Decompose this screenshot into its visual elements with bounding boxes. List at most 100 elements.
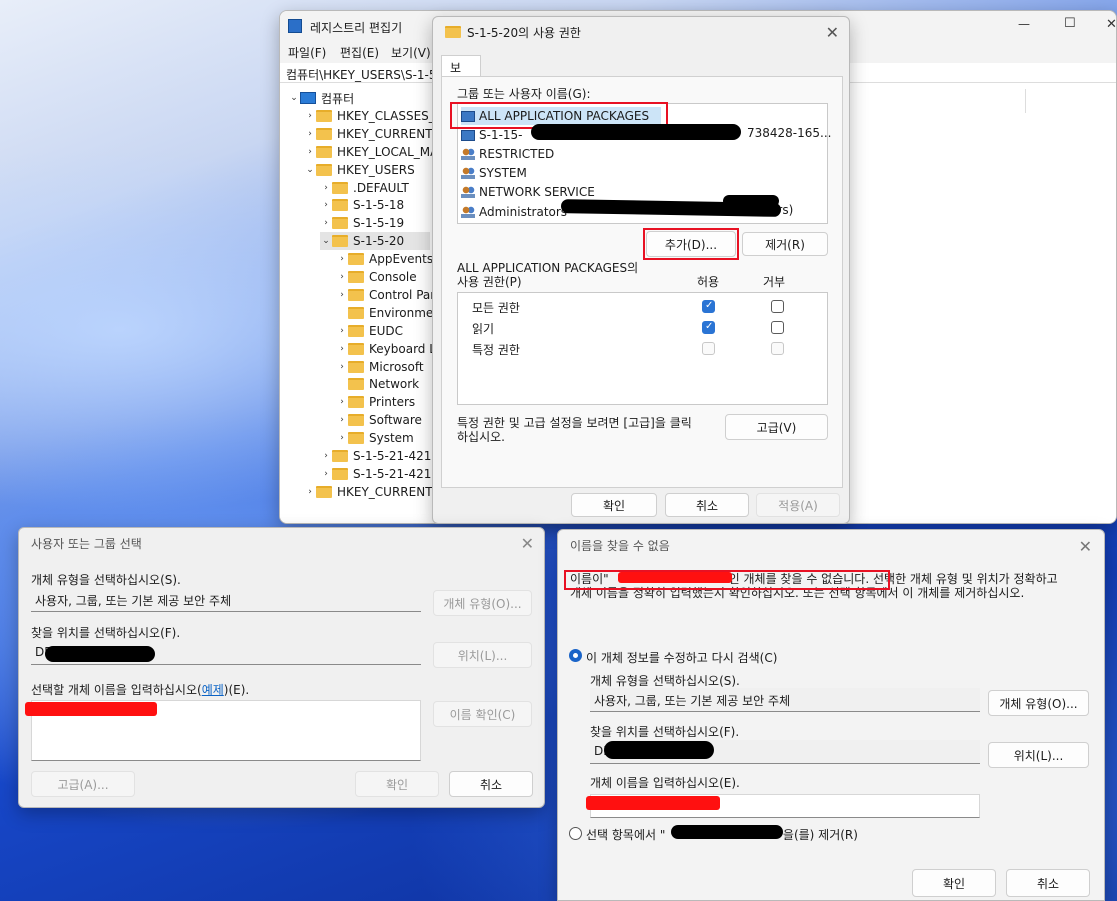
folder-icon <box>332 450 348 462</box>
principal-item[interactable]: Administrators <box>461 203 567 221</box>
permissions-title-bar: S-1-5-20의 사용 권한 <box>433 17 849 47</box>
close-button[interactable]: ✕ <box>1106 17 1116 32</box>
nf-object-types-button[interactable]: 개체 유형(O)... <box>988 690 1089 716</box>
chevron-right-icon[interactable]: › <box>336 344 348 354</box>
remove-button[interactable]: 제거(R) <box>742 232 828 256</box>
check-names-button-label: 이름 확인(C) <box>449 707 516 722</box>
nf-locations-button[interactable]: 위치(L)... <box>988 742 1089 768</box>
chevron-right-icon[interactable]: › <box>336 397 348 407</box>
tree-item[interactable]: › S-1-5-18 <box>320 196 404 214</box>
chevron-right-icon[interactable]: › <box>304 129 316 139</box>
tree-item[interactable]: › Microsoft <box>336 358 423 376</box>
chevron-right-icon[interactable]: › <box>336 272 348 282</box>
tree-item[interactable]: › S-1-5-21-4216 <box>320 465 439 483</box>
chevron-right-icon[interactable]: › <box>304 147 316 157</box>
nf-object-name-label: 개체 이름을 입력하십시오(E). <box>590 776 740 790</box>
folder-icon <box>332 181 348 194</box>
correct-info-label: 이 개체 정보를 수정하고 다시 검색(C) <box>586 651 778 665</box>
maximize-button[interactable]: ☐ <box>1064 16 1076 31</box>
chevron-right-icon[interactable]: › <box>336 362 348 372</box>
chevron-down-icon[interactable]: ⌄ <box>320 236 332 246</box>
name-not-found-dialog: 이름을 찾을 수 없음 ✕ 이름이" 인 개체를 찾을 수 없습니다. 선택한 개… <box>557 529 1105 901</box>
tree-item[interactable]: › HKEY_CLASSES_R <box>304 107 440 125</box>
tree-item[interactable]: › System <box>336 429 414 447</box>
chevron-right-icon[interactable]: › <box>336 290 348 300</box>
tab-security[interactable]: 보안 <box>441 55 481 92</box>
tree-item[interactable]: › Console <box>336 268 416 286</box>
correct-info-radio[interactable] <box>569 649 582 662</box>
chevron-right-icon[interactable]: › <box>320 451 332 461</box>
tree-item[interactable]: › .DEFAULT <box>320 179 409 197</box>
menu-file[interactable]: 파일(F) <box>288 44 326 61</box>
users-icon <box>461 186 475 199</box>
tree-item[interactable]: ⌄ HKEY_USERS <box>304 161 415 179</box>
tree-item-label: System <box>369 431 414 446</box>
allow-checkbox[interactable] <box>702 342 715 355</box>
tree-item[interactable]: › HKEY_LOCAL_MA <box>304 143 438 161</box>
principal-item[interactable]: SYSTEM <box>461 164 527 182</box>
allow-column-header: 허용 <box>697 275 720 289</box>
select-advanced-button[interactable]: 고급(A)... <box>31 771 135 797</box>
tree-item[interactable]: › Software <box>336 411 422 429</box>
tree-item[interactable]: ⌄ S-1-5-20 <box>320 232 430 251</box>
chevron-down-icon[interactable]: ⌄ <box>304 165 316 175</box>
chevron-right-icon[interactable]: › <box>304 111 316 121</box>
allow-checkbox[interactable] <box>702 321 715 334</box>
menu-edit[interactable]: 편집(E) <box>340 44 379 61</box>
tree-item[interactable]: › Printers <box>336 393 415 411</box>
select-ok-button[interactable]: 확인 <box>355 771 439 797</box>
object-name-label: 선택할 개체 이름을 입력하십시오(예제)(E). <box>31 681 249 698</box>
deny-checkbox[interactable] <box>771 321 784 334</box>
remove-object-radio[interactable] <box>569 827 582 840</box>
chevron-right-icon[interactable]: › <box>304 487 316 497</box>
tree-item[interactable]: › Control Pan <box>336 286 438 304</box>
tree-item[interactable]: Network <box>336 375 419 393</box>
deny-checkbox[interactable] <box>771 342 784 355</box>
chevron-right-icon[interactable]: › <box>320 200 332 210</box>
tree-item[interactable]: ⌄ 컴퓨터 <box>288 89 354 107</box>
examples-link[interactable]: 예제 <box>202 683 224 697</box>
object-types-button[interactable]: 개체 유형(O)... <box>433 590 532 616</box>
tree-item-label: Software <box>369 413 422 428</box>
chevron-right-icon[interactable]: › <box>336 326 348 336</box>
deny-checkbox[interactable] <box>771 300 784 313</box>
principal-item[interactable]: RESTRICTED <box>461 145 554 163</box>
tree-item[interactable]: › EUDC <box>336 322 403 340</box>
tree-item[interactable]: Environmen <box>336 304 440 322</box>
menu-view[interactable]: 보기(V) <box>391 44 431 61</box>
chevron-right-icon[interactable]: › <box>320 218 332 228</box>
ok-button-label: 확인 <box>602 498 626 513</box>
principal-name: RESTRICTED <box>479 147 555 162</box>
tree-item[interactable]: › S-1-5-21-4216 <box>320 447 439 465</box>
apply-button-label: 적용(A) <box>778 498 818 513</box>
close-icon[interactable]: ✕ <box>1079 537 1092 556</box>
tree-item[interactable]: › Keyboard La <box>336 340 440 358</box>
apply-button[interactable]: 적용(A) <box>756 493 840 517</box>
advanced-button[interactable]: 고급(V) <box>725 414 828 440</box>
close-icon[interactable]: ✕ <box>521 534 534 553</box>
nf-cancel-button[interactable]: 취소 <box>1006 869 1090 897</box>
remove-object-suffix: "을(를) 제거(R) <box>777 828 858 842</box>
chevron-down-icon[interactable]: ⌄ <box>288 93 300 103</box>
chevron-right-icon[interactable]: › <box>336 415 348 425</box>
check-names-button[interactable]: 이름 확인(C) <box>433 701 532 727</box>
users-icon <box>461 205 475 218</box>
select-cancel-button[interactable]: 취소 <box>449 771 533 797</box>
chevron-right-icon[interactable]: › <box>320 469 332 479</box>
permission-name: 모든 권한 <box>472 301 520 315</box>
tree-item[interactable]: › AppEvents <box>336 250 433 268</box>
chevron-right-icon[interactable]: › <box>336 433 348 443</box>
tree-item[interactable]: › HKEY_CURRENT_U <box>304 125 440 143</box>
tree-item[interactable]: › HKEY_CURRENT_C <box>304 483 440 501</box>
tree-item[interactable]: › S-1-5-19 <box>320 214 404 232</box>
minimize-button[interactable]: — <box>1018 17 1030 31</box>
chevron-right-icon[interactable]: › <box>336 254 348 264</box>
permissions-for-label-line2: 사용 권한(P) <box>457 275 522 289</box>
cancel-button[interactable]: 취소 <box>665 493 749 517</box>
chevron-right-icon[interactable]: › <box>320 183 332 193</box>
nf-ok-button[interactable]: 확인 <box>912 869 996 897</box>
close-icon[interactable]: ✕ <box>826 23 839 42</box>
locations-button[interactable]: 위치(L)... <box>433 642 532 668</box>
allow-checkbox[interactable] <box>702 300 715 313</box>
ok-button[interactable]: 확인 <box>571 493 657 517</box>
